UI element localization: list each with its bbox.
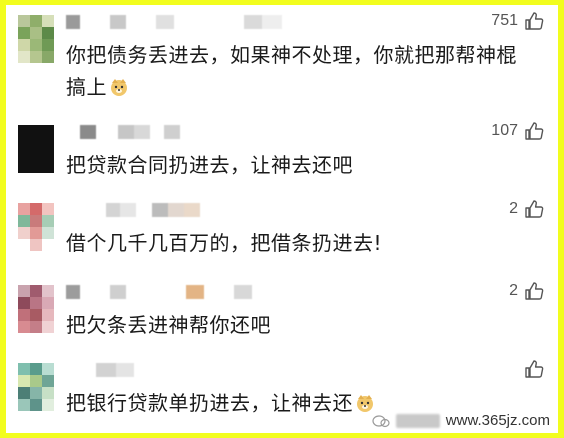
comment-text: 借个几千几百万的，把借条扔进去! (66, 227, 526, 259)
watermark-account-blur (395, 413, 440, 428)
avatar[interactable] (18, 285, 54, 333)
like-button[interactable] (518, 359, 544, 379)
username[interactable] (66, 125, 180, 139)
like-button[interactable]: 2 (509, 281, 544, 301)
watermark-logo-icon (372, 414, 390, 427)
like-count: 751 (491, 12, 518, 29)
comment-line: 借个几千几百万的，把借条扔进去! (66, 231, 383, 255)
doge-emoji (111, 79, 127, 96)
comment-line: 你把债务丢进去，如果神不处理，你就把那帮神棍 (66, 43, 517, 67)
comment-line: 把欠条丢进神帮你还吧 (66, 313, 271, 337)
thumbs-up-icon (525, 360, 544, 378)
like-count: 2 (509, 200, 518, 217)
like-count: 107 (491, 122, 518, 139)
avatar[interactable] (18, 15, 54, 63)
comment-text: 把贷款合同扔进去，让神去还吧 (66, 149, 526, 181)
comment-line: 把银行贷款单扔进去，让神去还 (66, 391, 353, 415)
like-count: 2 (509, 282, 518, 299)
like-button[interactable]: 751 (491, 11, 544, 31)
username[interactable] (66, 363, 134, 377)
thumbs-up-icon (525, 200, 544, 218)
thumbs-up-icon (525, 122, 544, 140)
comment-panel: 751 你把债务丢进去，如果神不处理，你就把那帮神棍 搞上 107 把贷款合同扔… (6, 5, 558, 433)
avatar[interactable] (18, 203, 54, 251)
username[interactable] (66, 15, 282, 29)
comment-text: 把欠条丢进神帮你还吧 (66, 309, 526, 341)
watermark-text: www.365jz.com (445, 412, 550, 429)
comment-line-2: 搞上 (66, 71, 526, 103)
thumbs-up-icon (525, 282, 544, 300)
comment-line-text: 搞上 (66, 75, 107, 99)
comment-line: 把贷款合同扔进去，让神去还吧 (66, 153, 353, 177)
doge-emoji (357, 395, 373, 412)
avatar[interactable] (18, 363, 54, 411)
username[interactable] (66, 203, 200, 217)
like-button[interactable]: 2 (509, 199, 544, 219)
avatar[interactable] (18, 125, 54, 173)
watermark: www.365jz.com (372, 412, 550, 429)
like-button[interactable]: 107 (491, 121, 544, 141)
username[interactable] (66, 285, 252, 299)
thumbs-up-icon (525, 12, 544, 30)
comment-text: 你把债务丢进去，如果神不处理，你就把那帮神棍 搞上 (66, 39, 526, 103)
